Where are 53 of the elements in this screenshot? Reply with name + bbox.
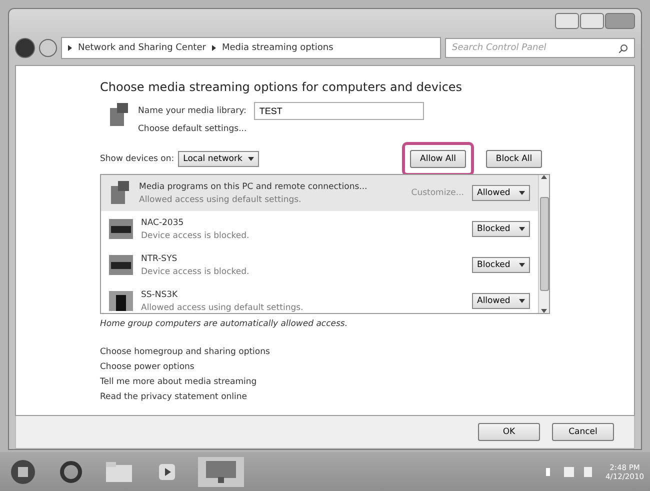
help-link[interactable]: Read the privacy statement online	[100, 392, 550, 402]
access-dropdown[interactable]: Blocked	[472, 221, 530, 237]
device-name: SS-NS3K	[141, 290, 179, 300]
dropdown-arrow-icon	[519, 299, 525, 303]
scroll-down-icon[interactable]	[541, 309, 547, 313]
dropdown-arrow-icon	[248, 157, 254, 161]
device-name: NTR-SYS	[141, 254, 178, 264]
action-button[interactable]: Allow All	[410, 150, 466, 168]
action-button[interactable]: Block All	[486, 150, 542, 168]
library-icon	[108, 102, 130, 128]
back-button[interactable]	[15, 38, 35, 58]
help-link[interactable]: Choose power options	[100, 362, 550, 372]
scroll-up-icon[interactable]	[541, 175, 547, 179]
browser-icon[interactable]	[59, 460, 83, 484]
scrollbar[interactable]	[538, 175, 549, 313]
computer-tower-icon	[109, 291, 133, 311]
device-status: Allowed access using default settings.	[141, 302, 304, 312]
device-name: NAC-2035	[141, 218, 185, 228]
network-window-icon[interactable]	[206, 460, 236, 482]
library-name-field[interactable]: TEST	[254, 102, 424, 120]
access-dropdown[interactable]: Allowed	[472, 185, 530, 201]
monitor-icon	[109, 255, 133, 275]
minimize-button[interactable]	[555, 13, 579, 29]
device-row[interactable]: Media programs on this PC and remote connections... Allowed access using default settings. Customize... Allowed	[101, 175, 538, 211]
media-player-icon[interactable]	[157, 462, 177, 482]
access-dropdown[interactable]: Blocked	[472, 257, 530, 273]
device-status: Device access is blocked.	[141, 230, 250, 240]
forward-button[interactable]	[39, 39, 57, 57]
page-heading: Choose media streaming options for computers and devices	[100, 80, 464, 94]
show-devices-label: Show devices on:	[100, 154, 174, 164]
network-dropdown[interactable]: Local network	[178, 151, 260, 167]
device-status: Device access is blocked.	[141, 266, 250, 276]
help-link[interactable]: Choose homegroup and sharing options	[100, 347, 550, 357]
address-bar[interactable]: Network and Sharing Center Media streaming options	[61, 37, 441, 59]
dialog-button[interactable]: OK	[478, 423, 540, 441]
search-icon	[619, 44, 628, 52]
dialog-button[interactable]: Cancel	[552, 423, 614, 441]
start-orb-icon[interactable]	[10, 458, 36, 484]
dropdown-arrow-icon	[519, 191, 525, 195]
dropdown-arrow-icon	[519, 263, 525, 267]
library-name-label: Name your media library:	[138, 106, 246, 116]
default-settings-link[interactable]: Choose default settings...	[138, 124, 424, 134]
monitor-icon	[109, 219, 133, 239]
maximize-button[interactable]	[580, 13, 604, 29]
device-name: Media programs on this PC and remote connections...	[139, 182, 368, 192]
chevron-icon	[212, 45, 216, 51]
homegroup-note: Home group computers are automatically allowed access.	[100, 319, 349, 329]
help-link[interactable]: Tell me more about media streaming	[100, 377, 550, 387]
access-dropdown[interactable]: Allowed	[472, 293, 530, 309]
library-icon	[109, 180, 131, 206]
chevron-icon	[68, 45, 72, 51]
dropdown-arrow-icon	[519, 227, 525, 231]
device-status: Allowed access using default settings.	[139, 194, 302, 204]
